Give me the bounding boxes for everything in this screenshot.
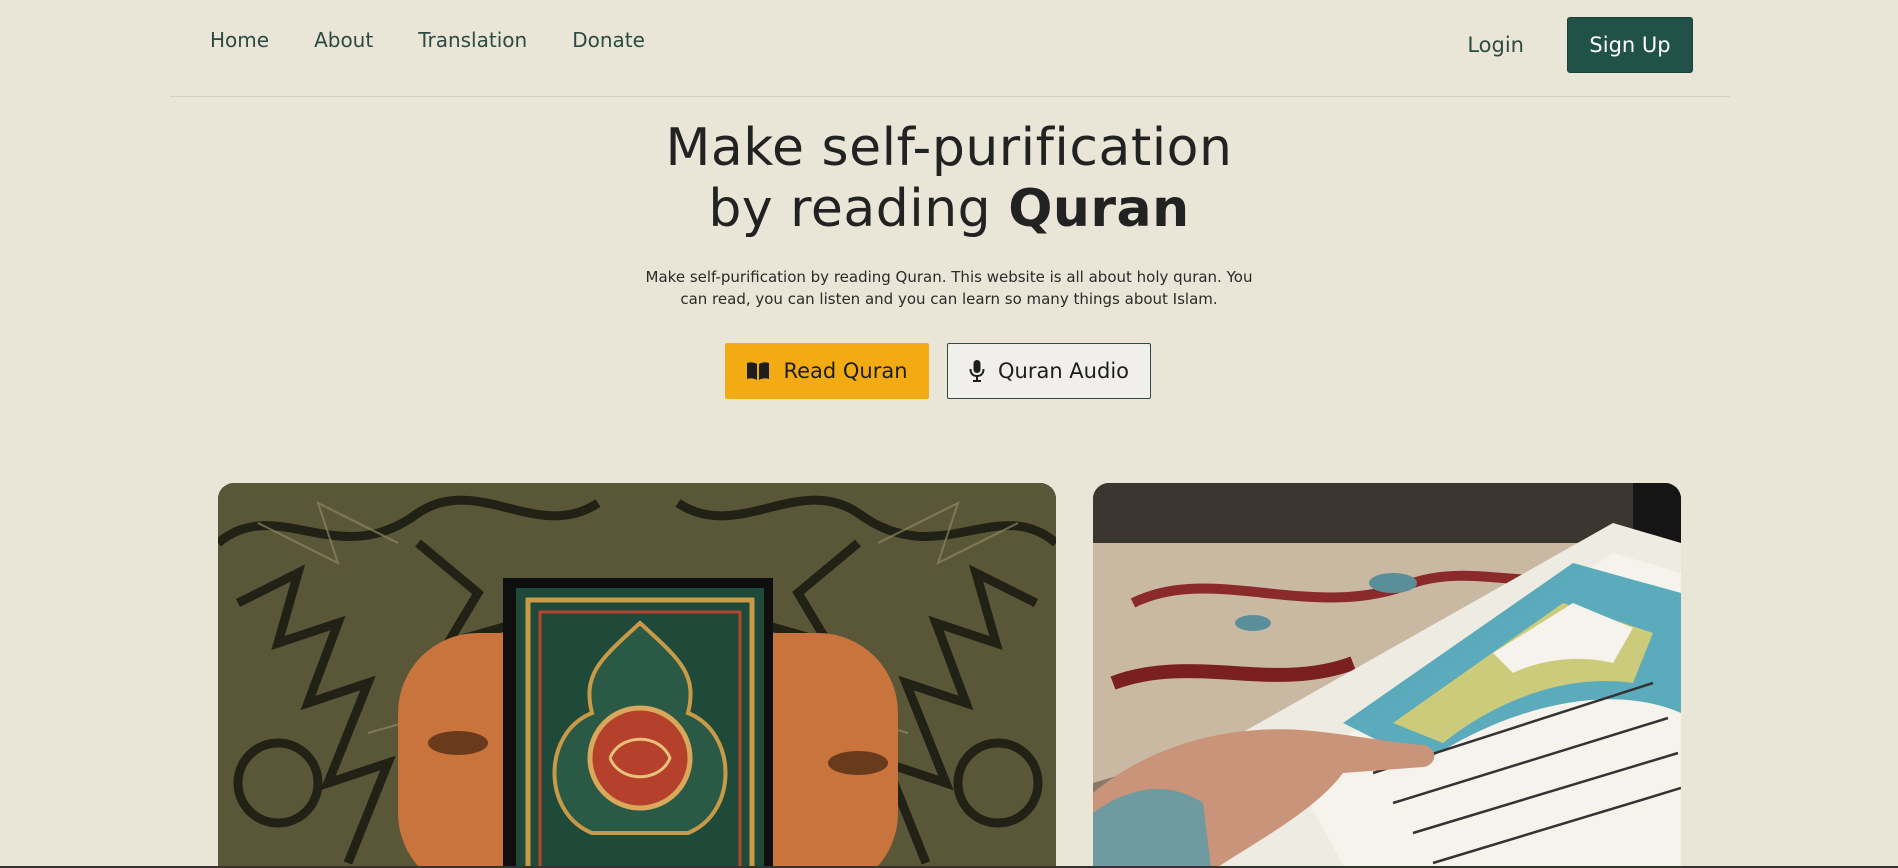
quran-audio-button[interactable]: Quran Audio xyxy=(947,343,1151,399)
hero-title-line1: Make self-purification xyxy=(665,118,1233,178)
read-quran-label: Read Quran xyxy=(783,359,908,383)
read-quran-button[interactable]: Read Quran xyxy=(725,343,929,399)
nav-translation-link[interactable]: Translation xyxy=(418,28,527,52)
nav-home-link[interactable]: Home xyxy=(210,28,269,52)
microphone-icon xyxy=(969,360,985,382)
top-navbar: Home About Translation Donate Login Sign… xyxy=(170,0,1730,97)
landing-page: Home About Translation Donate Login Sign… xyxy=(0,0,1898,868)
quran-audio-label: Quran Audio xyxy=(997,359,1129,383)
quran-book-on-rug-photo xyxy=(218,483,1056,868)
hero-title-line2-prefix: by reading xyxy=(708,179,1009,239)
signup-button[interactable]: Sign Up xyxy=(1567,17,1693,73)
hero-title: Make self-purification by reading Quran xyxy=(0,118,1898,240)
login-link[interactable]: Login xyxy=(1467,33,1524,57)
nav-links: Home About Translation Donate xyxy=(210,28,645,52)
nav-about-link[interactable]: About xyxy=(314,28,373,52)
open-book-icon xyxy=(746,361,770,381)
reading-quran-pages-photo xyxy=(1093,483,1681,868)
hero-title-highlight: Quran xyxy=(1008,179,1190,239)
hero-description: Make self-purification by reading Quran.… xyxy=(645,268,1253,308)
auth-actions: Login Sign Up xyxy=(1467,17,1693,73)
nav-donate-link[interactable]: Donate xyxy=(572,28,645,52)
